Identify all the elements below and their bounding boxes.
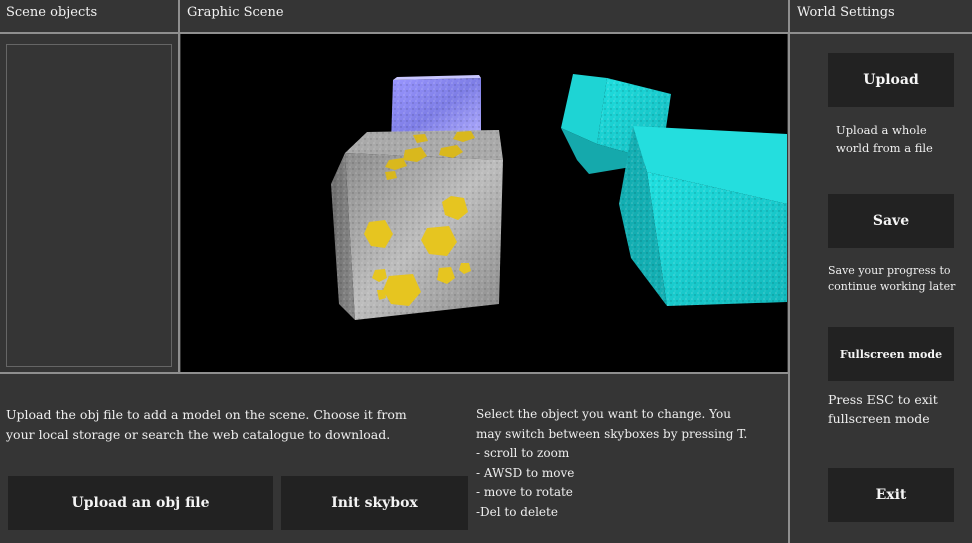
upload-instructions: Upload the obj file to add a model on th… bbox=[6, 407, 407, 442]
upload-world-description: Upload a whole world from a file bbox=[836, 123, 933, 155]
exit-button[interactable]: Exit bbox=[828, 468, 954, 522]
save-button[interactable]: Save bbox=[828, 194, 954, 248]
gold-ore-cube[interactable] bbox=[331, 130, 503, 320]
fullscreen-description: Press ESC to exit fullscreen mode bbox=[828, 392, 938, 426]
cyan-cube-large[interactable] bbox=[619, 126, 787, 306]
upload-world-button[interactable]: Upload bbox=[828, 53, 954, 107]
world-settings-header: World Settings bbox=[797, 5, 895, 20]
save-description: Save your progress to continue working l… bbox=[828, 264, 956, 293]
scene-bottom-divider bbox=[0, 372, 790, 374]
upload-obj-file-button[interactable]: Upload an obj file bbox=[8, 476, 273, 530]
init-skybox-button[interactable]: Init skybox bbox=[281, 476, 468, 530]
scene-objects-header: Scene objects bbox=[6, 5, 98, 20]
scene-controls-help: Select the object you want to change. Yo… bbox=[476, 407, 748, 519]
graphic-scene-viewport[interactable] bbox=[181, 34, 787, 372]
scene-objects-list[interactable] bbox=[6, 44, 172, 367]
graphic-scene-header: Graphic Scene bbox=[187, 5, 284, 20]
fullscreen-mode-button[interactable]: Fullscreen mode bbox=[828, 327, 954, 381]
right-divider bbox=[788, 0, 790, 543]
left-divider bbox=[178, 0, 180, 374]
